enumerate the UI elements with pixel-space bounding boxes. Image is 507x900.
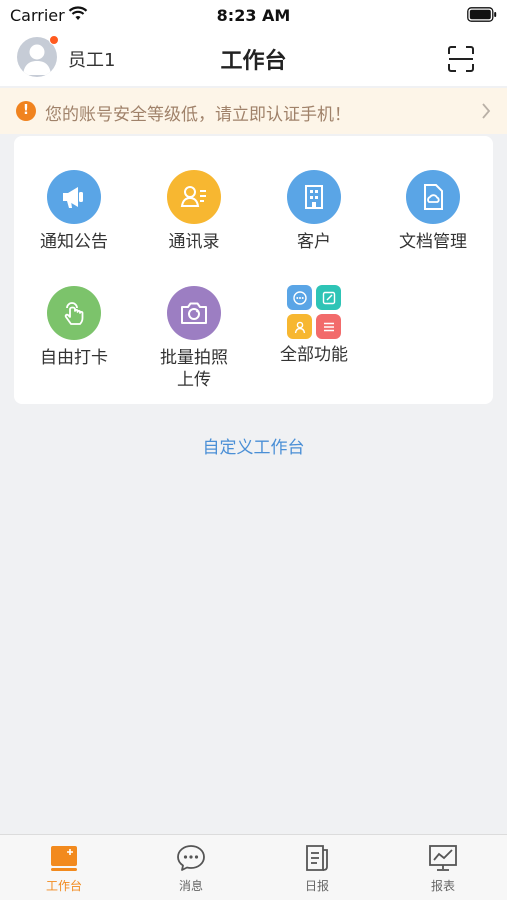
building-icon: [287, 170, 341, 224]
exclamation-icon: !: [16, 101, 36, 121]
notice-text: 您的账号安全等级低，请立即认证手机！: [45, 105, 351, 125]
all-apps-icon: [286, 284, 342, 340]
megaphone-icon: [47, 170, 101, 224]
nav-bar: 员工1 工作台: [0, 30, 507, 86]
status-time: 8:23 AM: [216, 6, 291, 25]
page-title: 工作台: [220, 49, 287, 74]
grid-item-customers[interactable]: 客户: [254, 170, 374, 253]
chat-bubble-icon: [177, 845, 205, 871]
tap-hand-icon: [47, 286, 101, 340]
grid-item-label: 批量拍照 上传: [160, 348, 228, 390]
tab-reports[interactable]: 报表: [393, 843, 493, 894]
tab-label: 消息: [178, 879, 203, 893]
camera-icon: [167, 286, 221, 340]
function-grid-card: 通知公告 通讯录 客户 文档管理 自由打卡 批量拍照 上传 全部功能: [14, 136, 493, 404]
tab-workbench[interactable]: 工作台: [14, 843, 114, 894]
scan-icon[interactable]: [447, 45, 475, 73]
tab-label: 报表: [430, 879, 455, 893]
tab-label: 日报: [304, 879, 329, 893]
tab-daily-report[interactable]: 日报: [267, 843, 367, 894]
battery-icon: [467, 7, 497, 22]
grid-item-check-in[interactable]: 自由打卡: [14, 286, 134, 369]
daily-report-icon: [306, 845, 328, 871]
grid-item-label: 通知公告: [40, 232, 108, 252]
workbench-icon: [51, 846, 77, 871]
grid-item-label: 全部功能: [280, 345, 348, 365]
grid-item-label: 文档管理: [399, 232, 467, 252]
status-bar: Carrier 8:23 AM: [0, 0, 507, 30]
tab-bar: 工作台 消息 日报 报表: [0, 834, 507, 900]
contact-card-icon: [167, 170, 221, 224]
grid-item-notice[interactable]: 通知公告: [14, 170, 134, 253]
security-notice-banner[interactable]: ! 您的账号安全等级低，请立即认证手机！: [0, 88, 507, 134]
grid-item-label: 自由打卡: [40, 348, 108, 368]
chevron-right-icon: [482, 103, 491, 119]
grid-item-all-functions[interactable]: 全部功能: [254, 284, 374, 366]
grid-item-label: 通讯录: [168, 232, 220, 252]
chart-report-icon: [429, 845, 457, 871]
tab-messages[interactable]: 消息: [141, 843, 241, 894]
cloud-document-icon: [406, 170, 460, 224]
grid-item-batch-photo[interactable]: 批量拍照 上传: [134, 286, 254, 391]
customize-workbench-link[interactable]: 自定义工作台: [0, 433, 507, 458]
grid-item-label: 客户: [297, 232, 331, 252]
tab-label: 工作台: [45, 879, 82, 893]
grid-item-contacts[interactable]: 通讯录: [134, 170, 254, 253]
grid-item-documents[interactable]: 文档管理: [373, 170, 493, 253]
